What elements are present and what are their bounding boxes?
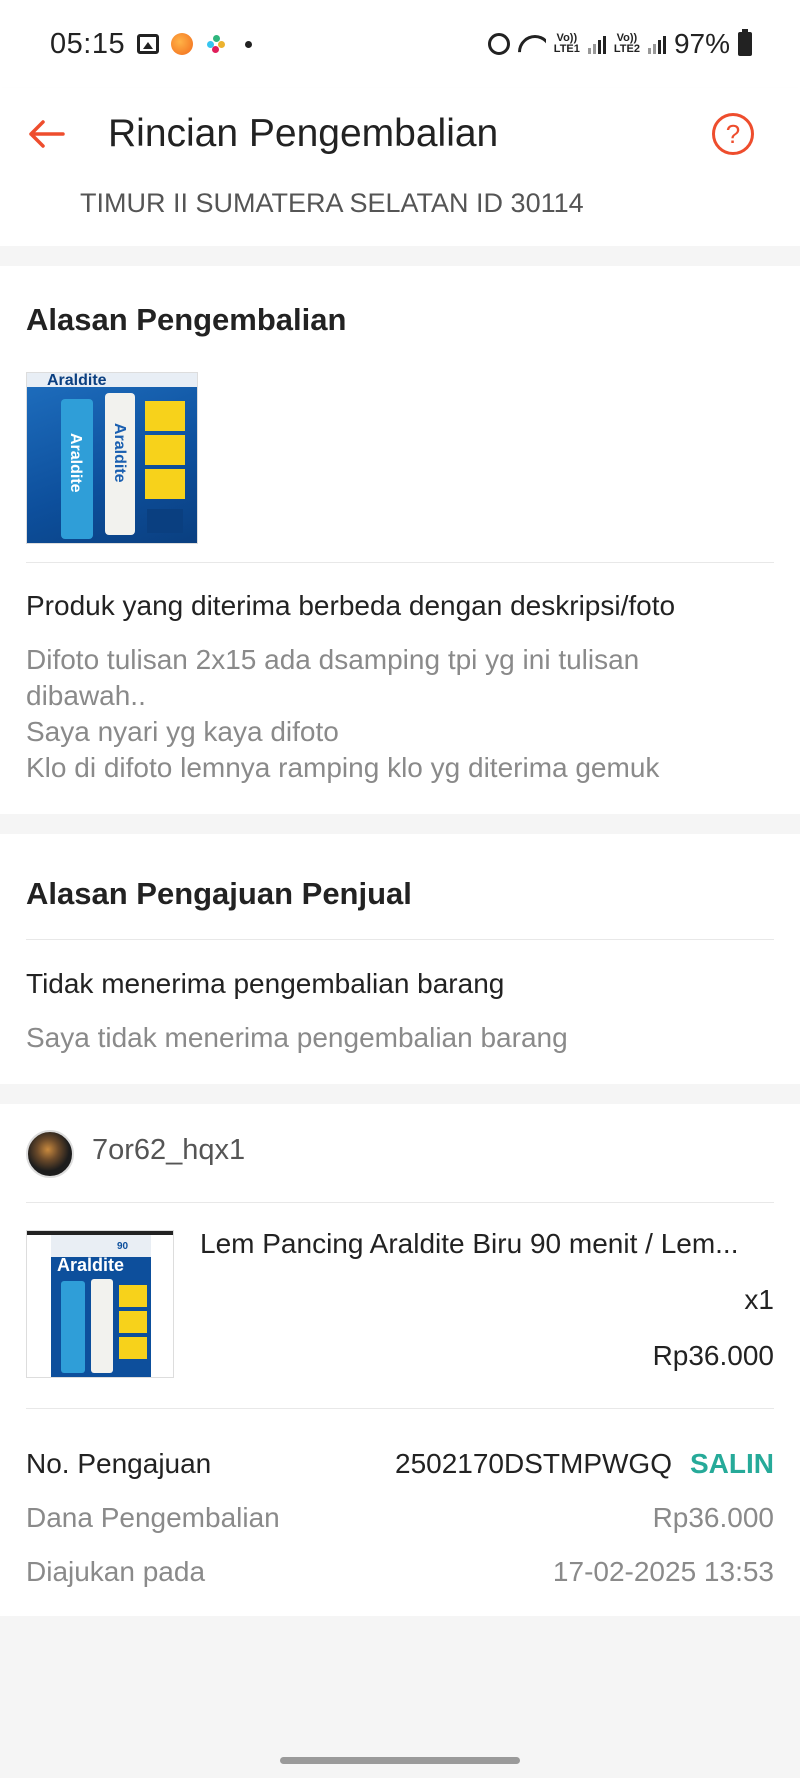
divider (26, 939, 774, 940)
status-left: 05:15 (50, 27, 253, 61)
product-quantity: x1 (744, 1284, 774, 1315)
product-name[interactable]: Lem Pancing Araldite Biru 90 menit / Lem… (200, 1228, 775, 1260)
app-header: Rincian Pengembalian ? (0, 88, 800, 180)
return-evidence-photo[interactable]: Araldite Araldite Araldite (26, 372, 198, 544)
wifi-icon (518, 33, 546, 55)
status-right: Vo)) LTE1 Vo)) LTE2 97% (487, 28, 752, 60)
alarm-icon (487, 33, 510, 55)
order-section: 7or62_hqx1 90 Araldite Lem Pancing Arald… (0, 1104, 800, 1616)
submitted-at-row: Diajukan pada 17-02-2025 13:53 (26, 1556, 774, 1588)
svg-text:Araldite: Araldite (111, 423, 128, 483)
signal-1-icon (587, 34, 606, 54)
arrow-left-icon (29, 120, 65, 148)
status-time: 05:15 (50, 27, 126, 60)
buyer-avatar[interactable] (26, 1130, 74, 1178)
back-button[interactable] (26, 114, 66, 154)
submitted-at-label: Diajukan pada (26, 1556, 206, 1587)
notification-app-icon (171, 33, 194, 55)
refund-amount-label: Dana Pengembalian (26, 1502, 280, 1533)
return-detail-line: Difoto tulisan 2x15 ada dsamping tpi yg … (26, 644, 640, 711)
svg-text:Araldite: Araldite (47, 373, 107, 389)
address-line: TIMUR II SUMATERA SELATAN ID 30114 (80, 188, 584, 218)
return-detail-line: Klo di difoto lemnya ramping klo yg dite… (26, 752, 660, 783)
slack-icon (205, 33, 227, 55)
return-reason-text: Produk yang diterima berbeda dengan desk… (26, 590, 676, 621)
page-title: Rincian Pengembalian (108, 112, 499, 155)
buyer-username[interactable]: 7or62_hqx1 (92, 1134, 245, 1167)
divider (26, 1408, 774, 1409)
divider (26, 562, 774, 563)
divider (26, 1202, 774, 1203)
copy-button[interactable]: SALIN (690, 1448, 774, 1480)
refund-amount-row: Dana Pengembalian Rp36.000 (26, 1502, 774, 1534)
submission-number-value: 2502170DSTMPWGQ (395, 1448, 672, 1479)
seller-reason-title: Alasan Pengajuan Penjual (26, 876, 412, 911)
seller-reason-text: Tidak menerima pengembalian barang (26, 968, 505, 999)
battery-icon (738, 29, 752, 56)
refund-amount-value: Rp36.000 (652, 1502, 774, 1533)
help-button[interactable]: ? (712, 113, 754, 155)
svg-text:Araldite: Araldite (57, 1255, 124, 1275)
signal-2-icon (647, 34, 666, 54)
question-mark-icon: ? (725, 118, 741, 149)
svg-text:90: 90 (117, 1241, 129, 1252)
araldite-package-image: Araldite Araldite Araldite (27, 373, 197, 539)
gallery-icon (137, 34, 160, 54)
return-detail-line: Saya nyari yg kaya difoto (26, 716, 339, 747)
seller-reason-detail: Saya tidak menerima pengembalian barang (26, 1022, 568, 1053)
lte2-label: Vo)) LTE2 (613, 32, 640, 55)
status-bar: 05:15 Vo)) LTE1 Vo)) LTE2 97% (0, 0, 800, 88)
product-thumbnail[interactable]: 90 Araldite (26, 1230, 174, 1378)
seller-reason-section: Alasan Pengajuan Penjual Tidak menerima … (0, 834, 800, 1084)
svg-text:Araldite: Araldite (67, 433, 84, 493)
lte1-label: Vo)) LTE1 (553, 32, 580, 55)
address-section: TIMUR II SUMATERA SELATAN ID 30114 (0, 180, 800, 246)
more-notifications-dot-icon (245, 40, 253, 48)
araldite-product-image: 90 Araldite (27, 1231, 173, 1377)
home-indicator[interactable] (280, 1757, 520, 1764)
submission-number-label: No. Pengajuan (26, 1448, 212, 1479)
submission-number-row: No. Pengajuan 2502170DSTMPWGQ SALIN (26, 1448, 774, 1480)
return-reason-detail: Difoto tulisan 2x15 ada dsamping tpi yg … (26, 642, 766, 786)
return-reason-title: Alasan Pengembalian (26, 302, 347, 337)
return-reason-section: Alasan Pengembalian Araldite Araldite Ar… (0, 266, 800, 814)
product-price: Rp36.000 (652, 1340, 774, 1371)
submitted-at-value: 17-02-2025 13:53 (552, 1556, 774, 1587)
battery-percentage: 97% (673, 28, 730, 59)
